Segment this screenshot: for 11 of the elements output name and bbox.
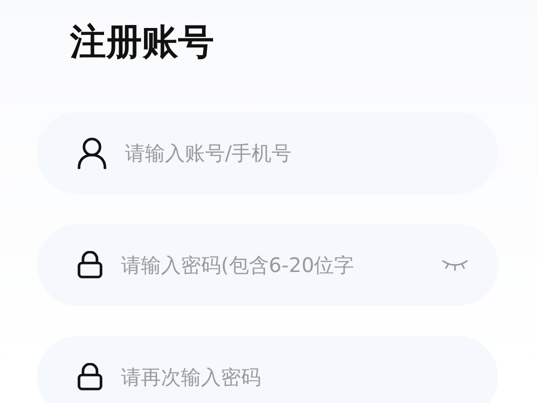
input-text[interactable]: 请输入账号/手机号 bbox=[125, 138, 468, 168]
input-field[interactable]: 请输入密码(包含6-20位字 bbox=[37, 224, 498, 306]
page-title: 注册账号 bbox=[70, 21, 215, 65]
user-icon bbox=[77, 137, 107, 169]
input-text[interactable]: 请再次输入密码 bbox=[121, 362, 468, 392]
input-field[interactable]: 请输入账号/手机号 bbox=[37, 112, 498, 194]
input-text[interactable]: 请输入密码(包含6-20位字 bbox=[121, 250, 424, 280]
input-field[interactable]: 请再次输入密码 bbox=[37, 336, 498, 403]
lock-icon bbox=[77, 363, 103, 391]
eye-closed-icon[interactable] bbox=[442, 259, 468, 271]
lock-icon bbox=[77, 251, 103, 279]
